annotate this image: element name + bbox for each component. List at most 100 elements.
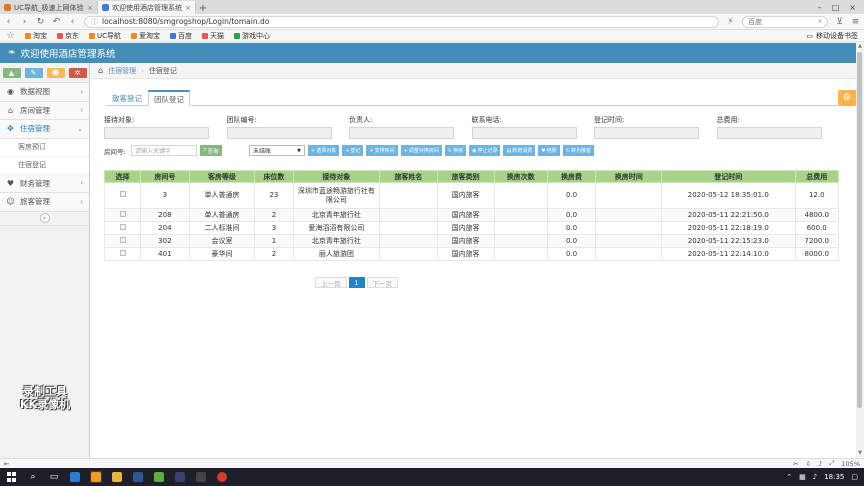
cart-icon[interactable]: ⊻ xyxy=(835,17,844,27)
sidebar-item-lodging[interactable]: ✥ 住宿管理 ⌄ xyxy=(0,120,89,139)
forward-icon[interactable]: › xyxy=(20,17,29,27)
maximize-icon[interactable]: □ xyxy=(832,3,840,12)
column-header[interactable]: 登记时间 xyxy=(661,170,796,183)
close-icon[interactable]: × xyxy=(185,4,191,12)
sidebar-subitem-reservation[interactable]: 客房预订 xyxy=(0,139,89,157)
reload-icon[interactable]: ↻ xyxy=(36,17,45,27)
change-room-button[interactable]: ↻ 换房 xyxy=(444,145,467,156)
register-button[interactable]: + 登记 xyxy=(342,145,364,156)
back-arrow-icon[interactable]: ‹ xyxy=(68,17,77,27)
total-cost-input[interactable] xyxy=(716,127,822,139)
uc-browser-icon[interactable] xyxy=(90,471,102,483)
bookmark-taobao[interactable]: 淘宝 xyxy=(25,31,47,41)
terminal-icon[interactable] xyxy=(195,471,207,483)
eclipse-icon[interactable] xyxy=(174,471,186,483)
fullscreen-icon[interactable]: ⤢ xyxy=(829,459,834,468)
bookmark-games[interactable]: 游戏中心 xyxy=(234,31,270,41)
prev-page-button[interactable]: 上一页 xyxy=(315,277,347,288)
column-header[interactable]: 旅客类别 xyxy=(436,170,495,183)
table-row[interactable]: 204 二人标准间 3 爱海滔滔有限公司 国内旅客 0.0 2020-05-11 22:18… xyxy=(104,221,839,235)
search-icon[interactable]: ⌕ xyxy=(818,17,822,26)
register-time-input[interactable] xyxy=(594,127,699,139)
bookmark-baidu[interactable]: 百度 xyxy=(170,31,192,41)
notification-icon[interactable]: ▢ xyxy=(851,473,858,481)
word-icon[interactable] xyxy=(132,471,144,483)
column-header[interactable]: 客房等级 xyxy=(188,170,256,183)
row-checkbox[interactable] xyxy=(119,210,126,217)
select-object-button[interactable]: + 选择对象 xyxy=(308,145,340,156)
mobile-bookmarks[interactable]: ▭ 移动设备书签 xyxy=(806,31,858,41)
table-row[interactable]: 208 单人普通房 2 北京青年旅行社 国内旅客 0.0 2020-05-11 22:21:… xyxy=(104,208,839,222)
close-icon[interactable]: × xyxy=(87,4,93,12)
column-header[interactable]: 床位数 xyxy=(254,170,294,183)
recorder-app-icon[interactable] xyxy=(216,471,228,483)
pencil-icon[interactable]: ✎ xyxy=(24,67,43,78)
url-input[interactable]: ⓘ localhost:8080/smgrogshop/Login/tomain… xyxy=(84,15,719,28)
tool-app-icon[interactable] xyxy=(153,471,165,483)
cogs-icon[interactable]: ✲ xyxy=(68,67,87,78)
column-header[interactable]: 换房次数 xyxy=(493,170,548,183)
browser-search-input[interactable]: 百度 ⌕ xyxy=(742,15,828,28)
table-row[interactable]: 401 豪华间 2 丽人旅游团 国内旅客 0.0 2020-05-11 22:14:10.0… xyxy=(104,247,839,261)
edge-browser-icon[interactable] xyxy=(69,471,81,483)
windows-start-icon[interactable] xyxy=(6,471,18,483)
row-checkbox[interactable] xyxy=(119,223,126,230)
tab-group[interactable]: 团队登记 xyxy=(148,90,190,107)
row-checkbox[interactable] xyxy=(119,249,126,256)
room-search-input[interactable]: 请输入关键字 xyxy=(131,145,197,156)
download-icon[interactable]: ⇩ xyxy=(806,460,811,468)
add-consumption-button[interactable]: ▤ 新增消费 xyxy=(503,145,536,156)
reception-object-input[interactable] xyxy=(104,127,209,139)
undo-icon[interactable]: ↶ xyxy=(52,17,61,27)
page-scrollbar-thumb[interactable] xyxy=(857,52,862,408)
file-explorer-icon[interactable] xyxy=(111,471,123,483)
table-row[interactable]: 3 单人普通房 23 深圳市蓝途畅游旅行社有限公司 国内旅客 0.0 2020-05-12 … xyxy=(104,182,839,209)
column-header[interactable]: 接待对象 xyxy=(292,170,381,183)
column-header[interactable]: 换房费 xyxy=(546,170,597,183)
volume-icon[interactable]: ♪ xyxy=(813,473,817,481)
column-header[interactable]: 选择 xyxy=(104,170,141,183)
network-icon[interactable]: ▦ xyxy=(799,473,806,481)
cut-icon[interactable]: ✂ xyxy=(793,460,798,468)
scroll-up-icon[interactable]: ▲ xyxy=(856,43,864,51)
bookmark-tmall[interactable]: 天猫 xyxy=(202,31,224,41)
column-header[interactable]: 总费用 xyxy=(794,170,839,183)
sidebar-item-rooms[interactable]: ⌂ 房间管理 ‹ xyxy=(0,101,89,120)
stop-record-button[interactable]: ◉ 停止记录 xyxy=(469,145,501,156)
checkout-button[interactable]: ♥ 结账 xyxy=(538,145,560,156)
column-header[interactable]: 房间号 xyxy=(140,170,190,183)
convert-individual-button[interactable]: ↻ 转为散客 xyxy=(562,145,594,156)
group-number-input[interactable] xyxy=(226,127,332,139)
scroll-down-icon[interactable]: ▼ xyxy=(856,450,864,458)
bookmark-aitaobao[interactable]: 爱淘宝 xyxy=(131,31,160,41)
task-view-icon[interactable]: ▭ xyxy=(48,471,60,483)
sidebar-item-dashboard[interactable]: ◉ 数据视图 ‹ xyxy=(0,83,89,102)
menu-icon[interactable]: ≡ xyxy=(851,17,860,27)
phone-input[interactable] xyxy=(471,127,577,139)
bookmark-jd[interactable]: 京东 xyxy=(57,31,79,41)
column-header[interactable]: 换房时间 xyxy=(595,170,663,183)
search-icon[interactable]: ⌕ xyxy=(27,471,39,483)
new-tab-button[interactable]: + xyxy=(196,3,210,14)
users-icon[interactable]: ☻ xyxy=(46,67,65,78)
table-row[interactable]: 302 会议室 1 北京青年旅行社 国内旅客 0.0 2020-05-11 22:15:23… xyxy=(104,234,839,248)
leader-input[interactable] xyxy=(349,127,454,139)
sound-icon[interactable]: ♪ xyxy=(818,460,822,468)
browser-tab-hotel[interactable]: 欢迎使用酒店管理系统 × xyxy=(98,1,196,14)
clock[interactable]: 18:35 xyxy=(824,473,844,481)
arrange-room-button[interactable]: + 安排房间 xyxy=(366,145,398,156)
row-checkbox[interactable] xyxy=(119,236,126,243)
status-select[interactable]: 未结账 ▼ xyxy=(249,145,305,156)
double-chevron-left-icon[interactable]: « xyxy=(39,213,50,223)
sidebar-toggle-icon[interactable]: ⇤ xyxy=(4,460,9,468)
sidebar-item-finance[interactable]: ♥ 财务管理 ‹ xyxy=(0,174,89,193)
minimize-icon[interactable]: – xyxy=(818,3,822,12)
sidebar-item-guests[interactable]: ☺ 旅客管理 ‹ xyxy=(0,193,89,212)
back-icon[interactable]: ‹ xyxy=(4,17,13,27)
sidebar-subitem-registration[interactable]: 住宿登记 xyxy=(0,157,89,175)
tab-individual[interactable]: 散客登记 xyxy=(106,90,148,106)
lightning-icon[interactable]: ⚡ xyxy=(726,17,735,27)
next-page-button[interactable]: 下一页 xyxy=(366,277,399,288)
chevron-up-icon[interactable]: ⌃ xyxy=(786,473,792,481)
home-icon[interactable]: ⌂ xyxy=(98,66,103,75)
